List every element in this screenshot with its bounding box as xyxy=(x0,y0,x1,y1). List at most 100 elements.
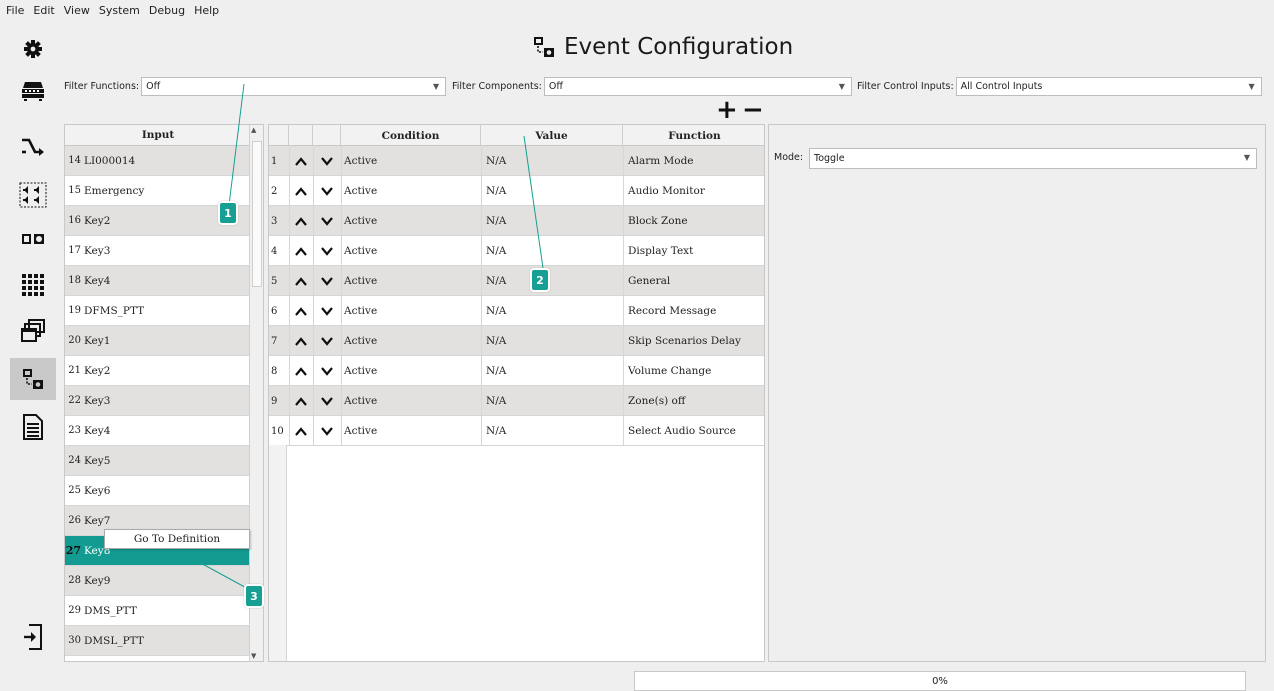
move-up-button[interactable] xyxy=(289,356,311,386)
menu-system[interactable]: System xyxy=(99,4,140,17)
event-function-cell[interactable]: Select Audio Source xyxy=(623,416,764,446)
event-function-cell[interactable]: Zone(s) off xyxy=(623,386,764,416)
move-up-button[interactable] xyxy=(289,326,311,356)
move-up-button[interactable] xyxy=(289,176,311,206)
sidebar-item-audio[interactable] xyxy=(10,174,56,216)
move-up-button[interactable] xyxy=(289,386,311,416)
event-value-cell[interactable]: N/A xyxy=(481,326,623,356)
mode-dropdown[interactable]: Toggle ▼ xyxy=(809,148,1257,169)
input-row[interactable]: 22 Key3 xyxy=(65,386,251,416)
menu-help[interactable]: Help xyxy=(194,4,219,17)
move-up-button[interactable] xyxy=(289,296,311,326)
event-function-cell[interactable]: Alarm Mode xyxy=(623,146,764,176)
sidebar-item-toggle[interactable] xyxy=(10,218,56,260)
move-down-button[interactable] xyxy=(313,326,339,356)
menu-view[interactable]: View xyxy=(64,4,90,17)
sidebar-item-devices[interactable] xyxy=(10,70,56,112)
event-function-cell[interactable]: Display Text xyxy=(623,236,764,266)
event-value-cell[interactable]: N/A xyxy=(481,296,623,326)
move-down-button[interactable] xyxy=(313,176,339,206)
event-function-cell[interactable]: Skip Scenarios Delay xyxy=(623,326,764,356)
event-function-cell[interactable]: Record Message xyxy=(623,296,764,326)
input-column-header[interactable]: Input xyxy=(65,125,251,146)
scroll-thumb[interactable] xyxy=(252,141,262,287)
event-value-cell[interactable]: N/A xyxy=(481,266,623,296)
move-down-button[interactable] xyxy=(313,236,339,266)
move-down-button[interactable] xyxy=(313,386,339,416)
sidebar-item-event-configuration[interactable] xyxy=(10,358,56,400)
header-function[interactable]: Function xyxy=(623,125,764,146)
input-row[interactable]: 24 Key5 xyxy=(65,446,251,476)
event-function-cell[interactable]: General xyxy=(623,266,764,296)
move-down-button[interactable] xyxy=(313,206,339,236)
event-condition-cell[interactable]: Active xyxy=(341,356,481,386)
event-value-cell[interactable]: N/A xyxy=(481,356,623,386)
input-row[interactable]: 20 Key1 xyxy=(65,326,251,356)
event-condition-cell[interactable]: Active xyxy=(341,296,481,326)
input-row[interactable]: 30 DMSL_PTT xyxy=(65,626,251,656)
event-condition-cell[interactable]: Active xyxy=(341,416,481,446)
event-row[interactable]: 2 Active N/A Audio Monitor xyxy=(269,176,764,206)
move-up-button[interactable] xyxy=(289,416,311,446)
event-function-cell[interactable]: Volume Change xyxy=(623,356,764,386)
input-row[interactable]: 17 Key3 xyxy=(65,236,251,266)
event-row[interactable]: 5 Active N/A General xyxy=(269,266,764,296)
event-value-cell[interactable]: N/A xyxy=(481,206,623,236)
event-row[interactable]: 4 Active N/A Display Text xyxy=(269,236,764,266)
move-up-button[interactable] xyxy=(289,266,311,296)
move-up-button[interactable] xyxy=(289,146,311,176)
input-row[interactable]: 19 DFMS_PTT xyxy=(65,296,251,326)
event-value-cell[interactable]: N/A xyxy=(481,416,623,446)
filter-functions-dropdown[interactable]: Off ▼ xyxy=(141,76,447,96)
move-down-button[interactable] xyxy=(313,266,339,296)
header-value[interactable]: Value xyxy=(481,125,623,146)
sidebar-item-documents[interactable] xyxy=(10,406,56,448)
event-row[interactable]: 9 Active N/A Zone(s) off xyxy=(269,386,764,416)
input-list-scrollbar[interactable]: ▲ ▼ xyxy=(249,125,263,661)
event-row[interactable]: 10 Active N/A Select Audio Source xyxy=(269,416,764,446)
event-row[interactable]: 3 Active N/A Block Zone xyxy=(269,206,764,236)
filter-components-dropdown[interactable]: Off ▼ xyxy=(543,76,852,96)
event-row[interactable]: 8 Active N/A Volume Change xyxy=(269,356,764,386)
event-function-cell[interactable]: Block Zone xyxy=(623,206,764,236)
event-value-cell[interactable]: N/A xyxy=(481,386,623,416)
event-value-cell[interactable]: N/A xyxy=(481,146,623,176)
event-value-cell[interactable]: N/A xyxy=(481,236,623,266)
header-condition[interactable]: Condition xyxy=(341,125,481,146)
scroll-up-icon[interactable]: ▲ xyxy=(251,126,256,134)
event-condition-cell[interactable]: Active xyxy=(341,386,481,416)
event-condition-cell[interactable]: Active xyxy=(341,236,481,266)
move-down-button[interactable] xyxy=(313,146,339,176)
sidebar-item-grid[interactable] xyxy=(10,264,56,306)
input-row[interactable]: 21 Key2 xyxy=(65,356,251,386)
input-row[interactable]: 25 Key6 xyxy=(65,476,251,506)
menu-debug[interactable]: Debug xyxy=(149,4,185,17)
event-row[interactable]: 6 Active N/A Record Message xyxy=(269,296,764,326)
remove-event-button[interactable]: − xyxy=(742,97,764,123)
event-value-cell[interactable]: N/A xyxy=(481,176,623,206)
event-condition-cell[interactable]: Active xyxy=(341,176,481,206)
event-condition-cell[interactable]: Active xyxy=(341,146,481,176)
filter-control-inputs-dropdown[interactable]: All Control Inputs ▼ xyxy=(955,76,1262,96)
event-condition-cell[interactable]: Active xyxy=(341,266,481,296)
event-row[interactable]: 7 Active N/A Skip Scenarios Delay xyxy=(269,326,764,356)
menu-edit[interactable]: Edit xyxy=(33,4,54,17)
sidebar-item-logout[interactable] xyxy=(10,616,56,658)
scroll-down-icon[interactable]: ▼ xyxy=(251,652,256,660)
input-row[interactable]: 23 Key4 xyxy=(65,416,251,446)
event-row[interactable]: 1 Active N/A Alarm Mode xyxy=(269,146,764,176)
input-row[interactable]: 14 LI000014 xyxy=(65,146,251,176)
move-up-button[interactable] xyxy=(289,206,311,236)
sidebar-item-settings[interactable] xyxy=(10,28,56,70)
sidebar-item-routing[interactable] xyxy=(10,125,56,167)
context-menu-go-to-definition[interactable]: Go To Definition xyxy=(104,529,250,549)
input-row[interactable]: 28 Key9 xyxy=(65,566,251,596)
event-function-cell[interactable]: Audio Monitor xyxy=(623,176,764,206)
move-down-button[interactable] xyxy=(313,296,339,326)
event-condition-cell[interactable]: Active xyxy=(341,326,481,356)
add-event-button[interactable]: + xyxy=(716,97,738,123)
move-down-button[interactable] xyxy=(313,356,339,386)
move-down-button[interactable] xyxy=(313,416,339,446)
input-row[interactable]: 18 Key4 xyxy=(65,266,251,296)
event-condition-cell[interactable]: Active xyxy=(341,206,481,236)
